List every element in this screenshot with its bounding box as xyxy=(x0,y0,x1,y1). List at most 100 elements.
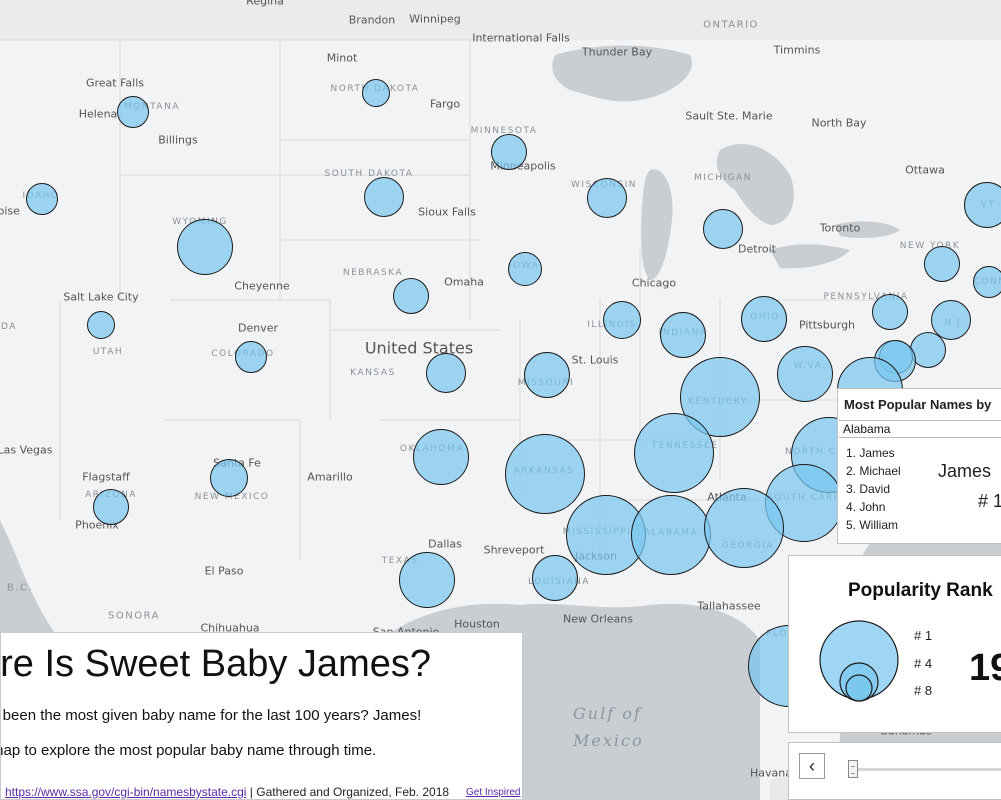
city-label: Omaha xyxy=(444,275,484,289)
state-circle[interactable] xyxy=(973,266,1001,298)
city-label: Denver xyxy=(237,321,279,335)
state-circle[interactable] xyxy=(634,413,714,493)
state-circle[interactable] xyxy=(364,177,404,217)
city-label: Detroit xyxy=(738,242,776,256)
state-circle[interactable] xyxy=(87,311,115,339)
state-circle[interactable] xyxy=(872,294,908,330)
water-label: Gulf of xyxy=(573,704,642,723)
city-label: Houston xyxy=(454,617,500,631)
rank-big-number: 19 xyxy=(969,647,1001,689)
source-suffix: | Gathered and Organized, Feb. 2018 xyxy=(246,785,450,799)
state-label: UTAH xyxy=(92,347,124,357)
city-label: Shreveport xyxy=(483,543,545,557)
state-label: SOUTH DAKOTA xyxy=(324,169,414,179)
intro-line-1: s been the most given baby name for the … xyxy=(0,707,422,724)
state-circle[interactable] xyxy=(491,134,527,170)
city-label: Brandon xyxy=(348,13,396,27)
state-label: NEBRASKA xyxy=(342,268,404,278)
names-card-heading: Most Popular Names by xyxy=(844,397,992,412)
city-label: Winnipeg xyxy=(409,12,461,26)
legend-label-rank-1: # 1 xyxy=(914,628,933,643)
city-label: Tallahassee xyxy=(697,599,761,613)
city-label: North Bay xyxy=(811,116,867,130)
city-label: El Paso xyxy=(204,564,244,578)
city-label: Sault Ste. Marie xyxy=(685,109,773,123)
city-label: Minot xyxy=(326,51,358,65)
list-item: 4. John xyxy=(846,500,886,514)
city-label: Salt Lake City xyxy=(63,290,139,304)
city-label: Cheyenne xyxy=(234,279,290,293)
city-label: Flagstaff xyxy=(82,470,130,484)
legend-label-rank-4: # 4 xyxy=(914,656,933,671)
get-inspired-link[interactable]: Get Inspired xyxy=(466,787,520,798)
city-label: Boise xyxy=(0,204,20,218)
city-label: Dallas xyxy=(428,537,462,551)
state-circle[interactable] xyxy=(362,79,390,107)
city-label: Amarillo xyxy=(307,470,353,484)
most-popular-names-card: Most Popular Names by Alabama 1. James 2… xyxy=(837,388,1001,544)
city-label: Ottawa xyxy=(905,163,945,177)
state-circle[interactable] xyxy=(524,352,570,398)
names-list: 1. James 2. Michael 3. David 4. John 5. … xyxy=(846,445,901,535)
list-item: 2. Michael xyxy=(846,464,901,478)
state-circle[interactable] xyxy=(508,252,542,286)
state-circle[interactable] xyxy=(505,434,585,514)
state-label: SONORA xyxy=(108,610,160,622)
city-label: New Orleans xyxy=(563,612,633,626)
state-circle[interactable] xyxy=(924,246,960,282)
list-item: 1. James xyxy=(846,446,895,460)
state-circle[interactable] xyxy=(26,183,58,215)
state-circle[interactable] xyxy=(93,489,129,525)
city-label: Billings xyxy=(158,133,198,147)
state-label: KANSAS xyxy=(350,368,396,378)
slider-thumb[interactable] xyxy=(848,760,858,778)
state-circle[interactable] xyxy=(177,219,233,275)
state-circle[interactable] xyxy=(393,278,429,314)
state-circle[interactable] xyxy=(413,429,469,485)
state-circle[interactable] xyxy=(631,495,711,575)
source-line: https://www.ssa.gov/cgi-bin/namesbystate… xyxy=(5,785,449,799)
state-circle[interactable] xyxy=(741,296,787,342)
water-label: Mexico xyxy=(573,731,644,750)
city-label: Havana xyxy=(750,766,792,780)
legend-circle-rank-8 xyxy=(845,674,873,702)
state-label: ONTARIO xyxy=(703,19,759,31)
state-circle[interactable] xyxy=(777,346,833,402)
city-label: Timmins xyxy=(773,43,821,57)
year-slider-card: ‹ xyxy=(788,742,1001,800)
state-circle[interactable] xyxy=(210,459,248,497)
state-circle[interactable] xyxy=(660,312,706,358)
city-label: Thunder Bay xyxy=(581,45,653,59)
legend-label-rank-8: # 8 xyxy=(914,683,933,698)
state-circle[interactable] xyxy=(704,488,784,568)
headline: ere Is Sweet Baby James? xyxy=(0,643,431,685)
title-card: ere Is Sweet Baby James? s been the most… xyxy=(0,632,523,800)
city-label: Toronto xyxy=(819,221,861,235)
city-label: Chicago xyxy=(631,276,677,290)
rank-size-legend xyxy=(819,620,899,702)
top-rank: # 1 xyxy=(978,491,1001,511)
city-label: Sioux Falls xyxy=(418,205,476,219)
state-select[interactable]: Alabama xyxy=(839,420,1001,438)
state-circle[interactable] xyxy=(703,209,743,249)
state-circle[interactable] xyxy=(426,353,466,393)
city-label: Great Falls xyxy=(85,76,145,90)
state-label: B.C. xyxy=(6,582,34,594)
city-label: Helena xyxy=(78,107,118,121)
state-circle[interactable] xyxy=(117,96,149,128)
state-circle[interactable] xyxy=(587,178,627,218)
state-circle[interactable] xyxy=(235,341,267,373)
previous-button[interactable]: ‹ xyxy=(799,753,825,779)
state-circle[interactable] xyxy=(532,555,578,601)
city-label: St. Louis xyxy=(571,353,619,367)
city-label: Pittsburgh xyxy=(798,318,856,332)
state-label: DA xyxy=(1,322,17,332)
country-label: United States xyxy=(364,338,474,358)
source-link[interactable]: https://www.ssa.gov/cgi-bin/namesbystate… xyxy=(5,785,246,799)
intro-line-2: map to explore the most popular baby nam… xyxy=(0,742,377,759)
state-circle[interactable] xyxy=(603,301,641,339)
slider-track[interactable] xyxy=(849,768,1001,771)
state-circle[interactable] xyxy=(399,552,455,608)
city-label: Fargo xyxy=(429,97,461,111)
popularity-rank-card: Popularity Rank # 1 # 4 # 8 19 xyxy=(788,555,1001,733)
